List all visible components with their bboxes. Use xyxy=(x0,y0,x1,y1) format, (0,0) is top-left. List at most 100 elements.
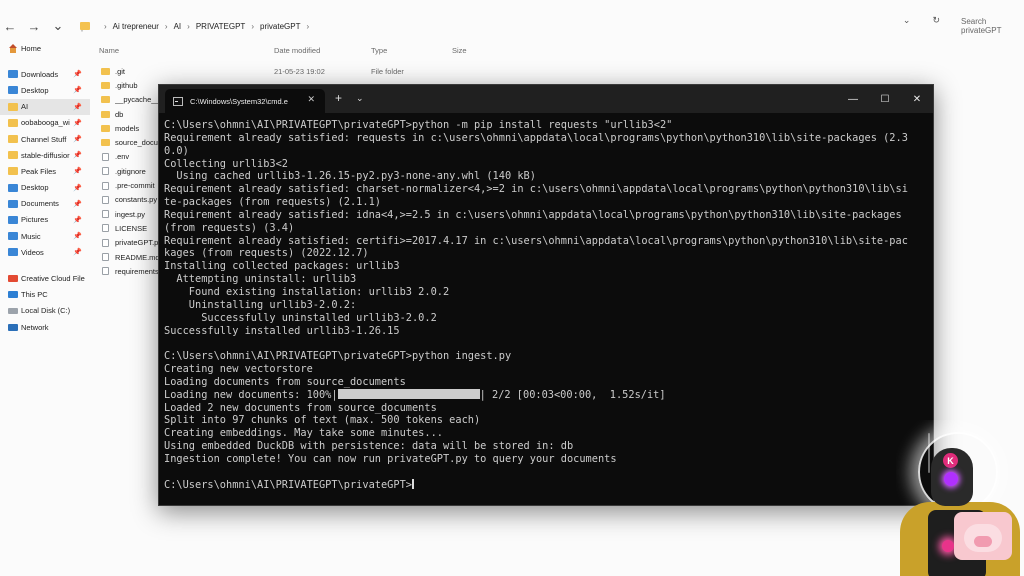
file-date: 21-05-23 19:02 xyxy=(274,66,325,76)
file-row[interactable]: .git 21-05-23 19:02 File folder xyxy=(98,64,498,78)
folder-icon xyxy=(101,139,110,147)
back-arrow-icon[interactable]: ← xyxy=(0,16,20,36)
sidebar-item-label: Pictures xyxy=(21,215,49,225)
sidebar-item-label: Downloads xyxy=(21,69,59,79)
breadcrumb-item[interactable]: privateGPT xyxy=(260,22,300,31)
text-cursor xyxy=(411,478,414,489)
k-badge: K xyxy=(943,453,958,468)
sidebar-item[interactable]: Music 📌 xyxy=(0,228,90,244)
terminal-line: Collecting urllib3<2 xyxy=(164,158,924,171)
sidebar-item[interactable]: This PC xyxy=(0,287,90,303)
column-date-modified[interactable]: Date modified xyxy=(274,46,320,55)
refresh-icon[interactable]: ↻ xyxy=(932,15,940,26)
pin-icon: 📌 xyxy=(73,200,82,208)
sidebar-item[interactable]: Channel Stuff 📌 xyxy=(0,131,90,147)
terminal-text: Requirement already satisfied: idna<4,>=… xyxy=(164,208,902,221)
file-name: .git xyxy=(115,66,126,76)
terminal-tab[interactable]: C:\Windows\System32\cmd.e ✕ xyxy=(165,89,325,113)
terminal-line: Installing collected packages: urllib3 xyxy=(164,260,924,273)
sidebar-item-label: stable-diffusior xyxy=(21,150,70,160)
forward-arrow-icon[interactable]: → xyxy=(24,16,44,36)
sidebar-item[interactable]: Desktop 📌 xyxy=(0,82,90,98)
terminal-text: Requirement already satisfied: charset-n… xyxy=(164,183,908,196)
tab-close-icon[interactable]: ✕ xyxy=(307,94,315,105)
folder-icon xyxy=(8,232,18,241)
terminal-titlebar[interactable]: C:\Windows\System32\cmd.e ✕ + ⌄ — ☐ ✕ xyxy=(159,85,933,113)
column-name[interactable]: Name xyxy=(99,46,119,55)
sidebar-item[interactable]: Creative Cloud File xyxy=(0,270,90,286)
sidebar-item[interactable]: Network xyxy=(0,319,90,335)
terminal-line: Split into 97 chunks of text (max. 500 t… xyxy=(164,414,924,427)
sidebar-item-label: AI xyxy=(21,102,29,112)
breadcrumb-item[interactable]: Ai trepreneur xyxy=(113,22,159,31)
terminal-line: Creating new vectorstore xyxy=(164,363,924,376)
sidebar-item-label: Local Disk (C:) xyxy=(21,306,71,316)
terminal-line: Ingestion complete! You can now run priv… xyxy=(164,453,924,466)
folder-icon xyxy=(8,70,18,79)
file-icon xyxy=(102,195,109,204)
sidebar-item[interactable]: Home xyxy=(0,40,90,56)
folder-icon xyxy=(8,86,18,95)
address-dropdown-icon[interactable]: ⌄ xyxy=(903,15,911,26)
folder-icon xyxy=(8,135,18,144)
terminal-line: Requirement already satisfied: idna<4,>=… xyxy=(164,209,924,222)
breadcrumb-item[interactable]: AI xyxy=(174,22,182,31)
file-icon xyxy=(102,224,109,233)
tab-dropdown-icon[interactable]: ⌄ xyxy=(356,93,364,104)
sidebar-item[interactable]: stable-diffusior 📌 xyxy=(0,147,90,163)
folder-icon xyxy=(101,81,110,89)
column-size[interactable]: Size xyxy=(452,46,467,55)
pin-icon: 📌 xyxy=(73,87,82,95)
folder-icon xyxy=(101,96,110,104)
folder-icon xyxy=(8,151,18,160)
sidebar-item[interactable]: Downloads 📌 xyxy=(0,66,90,82)
folder-icon xyxy=(8,291,18,299)
folder-icon xyxy=(80,22,90,30)
sidebar-item[interactable]: AI 📌 xyxy=(0,98,90,115)
sidebar-item-label: Peak Files xyxy=(21,166,57,176)
terminal-text: Using cached urllib3-1.26.15-py2.py3-non… xyxy=(164,170,536,183)
terminal-line: Requirement already satisfied: certifi>=… xyxy=(164,235,924,248)
terminal-text: Requirement already satisfied: requests … xyxy=(164,131,908,144)
terminal-text: Uninstalling urllib3-2.0.2: xyxy=(164,298,357,311)
progress-prefix: Loading new documents: 100%| xyxy=(164,388,338,401)
sidebar-item[interactable]: Local Disk (C:) xyxy=(0,303,90,319)
sidebar-item[interactable]: Documents 📌 xyxy=(0,196,90,212)
terminal-text: Loaded 2 new documents from source_docum… xyxy=(164,401,437,414)
file-icon xyxy=(102,210,109,219)
new-tab-button[interactable]: + xyxy=(335,92,342,104)
terminal-line: Creating embeddings. May take some minut… xyxy=(164,427,924,440)
terminal-text: Requirement already satisfied: certifi>=… xyxy=(164,234,908,247)
sidebar-item[interactable]: Pictures 📌 xyxy=(0,212,90,228)
terminal-text: C:\Users\ohmni\AI\PRIVATEGPT\privateGPT>… xyxy=(164,350,512,363)
sidebar-item[interactable]: oobabooga_wi 📌 xyxy=(0,115,90,131)
maximize-button[interactable]: ☐ xyxy=(869,85,901,113)
folder-icon xyxy=(8,199,18,208)
recent-chevron-icon[interactable]: ⌄ xyxy=(48,16,68,36)
terminal-output[interactable]: C:\Users\ohmni\AI\PRIVATEGPT\privateGPT>… xyxy=(164,119,924,499)
sidebar-item[interactable]: Videos 📌 xyxy=(0,244,90,260)
folder-icon xyxy=(8,102,18,111)
sidebar-item[interactable]: Peak Files 📌 xyxy=(0,163,90,179)
chevron-right-icon: › xyxy=(187,21,190,31)
terminal-text: Creating new vectorstore xyxy=(164,363,313,376)
terminal-line: Successfully uninstalled urllib3-2.0.2 xyxy=(164,312,924,325)
folder-icon xyxy=(8,323,18,331)
pig-snout xyxy=(974,536,992,547)
sidebar-item[interactable]: Desktop 📌 xyxy=(0,180,90,196)
close-button[interactable]: ✕ xyxy=(901,85,933,113)
terminal-text: Using embedded DuckDB with persistence: … xyxy=(164,440,574,453)
address-bar[interactable]: › Ai trepreneur › AI › PRIVATEGPT › priv… xyxy=(80,15,940,37)
breadcrumb-item[interactable]: PRIVATEGPT xyxy=(196,22,246,31)
minimize-button[interactable]: — xyxy=(837,85,869,113)
terminal-text: te-packages (from requests) (2.1.1) xyxy=(164,196,381,209)
folder-icon xyxy=(101,67,110,75)
terminal-text: Found existing installation: urllib3 2.0… xyxy=(164,285,450,298)
column-type[interactable]: Type xyxy=(371,46,387,55)
terminal-text: Ingestion complete! You can now run priv… xyxy=(164,452,617,465)
search-input[interactable]: Search privateGPT xyxy=(956,15,1024,37)
